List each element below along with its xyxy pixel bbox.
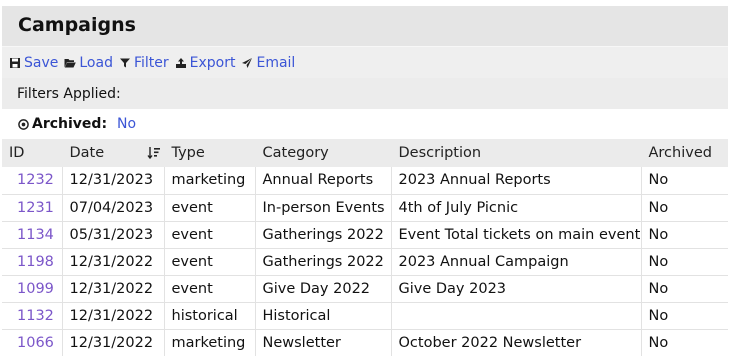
funnel-icon bbox=[119, 58, 130, 67]
archived-cell: No bbox=[648, 307, 669, 324]
toolbar: Save Load Filter Export Email bbox=[2, 46, 728, 78]
archived-cell: No bbox=[648, 226, 669, 243]
campaign-id-link[interactable]: 1132 bbox=[2, 302, 63, 329]
table-row[interactable]: 1232 12/31/2023 marketing Annual Reports… bbox=[2, 167, 728, 194]
table-header-row: ID Date Type Category Description Archiv… bbox=[2, 139, 728, 167]
column-header-id[interactable]: ID bbox=[2, 139, 63, 167]
campaigns-table: ID Date Type Category Description Archiv… bbox=[2, 139, 728, 356]
archived-cell: No bbox=[648, 280, 669, 297]
type-cell: event bbox=[164, 194, 256, 221]
description-cell: Event Total tickets on main event bbox=[391, 221, 642, 248]
load-button[interactable]: Load bbox=[64, 55, 113, 71]
campaign-id-link[interactable]: 1099 bbox=[2, 275, 63, 302]
category-cell: Give Day 2022 bbox=[255, 275, 392, 302]
date-cell: 12/31/2022 bbox=[62, 275, 165, 302]
description-cell: Give Day 2023 bbox=[391, 275, 642, 302]
table-row[interactable]: 1134 05/31/2023 event Gatherings 2022 Ev… bbox=[2, 221, 728, 248]
date-cell: 12/31/2022 bbox=[62, 329, 165, 356]
filters-applied-label: Filters Applied: bbox=[2, 78, 728, 109]
column-header-category[interactable]: Category bbox=[255, 139, 392, 167]
type-cell: event bbox=[164, 221, 256, 248]
email-button[interactable]: Email bbox=[241, 55, 295, 71]
filter-label: Filter bbox=[133, 54, 169, 71]
campaign-id-link[interactable]: 1198 bbox=[2, 248, 63, 275]
description-cell: 2023 Annual Campaign bbox=[391, 248, 642, 275]
table-row[interactable]: 1066 12/31/2022 marketing Newsletter Oct… bbox=[2, 329, 728, 356]
filter-button[interactable]: Filter bbox=[119, 55, 169, 71]
column-header-description[interactable]: Description bbox=[391, 139, 642, 167]
type-cell: marketing bbox=[164, 329, 256, 356]
floppy-icon bbox=[10, 57, 20, 68]
column-header-type[interactable]: Type bbox=[164, 139, 256, 167]
date-cell: 12/31/2022 bbox=[62, 302, 165, 329]
sort-descending-icon[interactable] bbox=[146, 146, 161, 160]
date-cell: 12/31/2022 bbox=[62, 248, 165, 275]
column-header-date[interactable]: Date bbox=[62, 139, 165, 167]
type-cell: marketing bbox=[164, 167, 256, 194]
filter-value-link[interactable]: No bbox=[117, 116, 136, 132]
type-cell: event bbox=[164, 275, 256, 302]
filter-name: Archived: bbox=[32, 116, 108, 132]
column-header-label: Type bbox=[171, 145, 205, 161]
type-cell: historical bbox=[164, 302, 256, 329]
campaign-id-link[interactable]: 1232 bbox=[2, 167, 63, 194]
column-header-label: ID bbox=[9, 145, 25, 161]
campaign-id-link[interactable]: 1231 bbox=[2, 194, 63, 221]
date-cell: 07/04/2023 bbox=[62, 194, 165, 221]
archived-cell: No bbox=[648, 172, 669, 189]
category-cell: In-person Events bbox=[255, 194, 392, 221]
filter-archived: Archived: No bbox=[2, 109, 728, 139]
paper-plane-icon bbox=[242, 57, 253, 68]
category-cell: Gatherings 2022 bbox=[255, 248, 392, 275]
column-header-label: Archived bbox=[648, 145, 712, 161]
description-cell: 4th of July Picnic bbox=[391, 194, 642, 221]
table-row[interactable]: 1198 12/31/2022 event Gatherings 2022 20… bbox=[2, 248, 728, 275]
archived-cell: No bbox=[648, 334, 669, 351]
category-cell: Newsletter bbox=[255, 329, 392, 356]
archived-cell: No bbox=[648, 253, 669, 270]
campaigns-panel: Campaigns Save Load Filter Export Email … bbox=[2, 6, 728, 356]
category-cell: Gatherings 2022 bbox=[255, 221, 392, 248]
column-header-label: Date bbox=[69, 145, 105, 161]
page-title: Campaigns bbox=[18, 14, 136, 36]
table-row[interactable]: 1099 12/31/2022 event Give Day 2022 Give… bbox=[2, 275, 728, 302]
save-button[interactable]: Save bbox=[9, 55, 58, 71]
export-button[interactable]: Export bbox=[175, 54, 236, 71]
circle-dot-icon bbox=[18, 118, 29, 130]
table-row[interactable]: 1231 07/04/2023 event In-person Events 4… bbox=[2, 194, 728, 221]
campaign-id-link[interactable]: 1066 bbox=[2, 329, 63, 356]
folder-open-icon bbox=[64, 58, 77, 67]
date-cell: 05/31/2023 bbox=[62, 221, 165, 248]
column-header-label: Description bbox=[398, 145, 482, 161]
export-label: Export bbox=[189, 54, 236, 71]
description-cell bbox=[391, 302, 642, 329]
type-cell: event bbox=[164, 248, 256, 275]
column-header-archived[interactable]: Archived bbox=[641, 139, 728, 167]
campaign-id-link[interactable]: 1134 bbox=[2, 221, 63, 248]
description-cell: October 2022 Newsletter bbox=[391, 329, 642, 356]
save-label: Save bbox=[24, 54, 59, 71]
load-label: Load bbox=[79, 54, 113, 71]
column-header-label: Category bbox=[262, 145, 329, 161]
export-icon bbox=[175, 57, 186, 68]
date-cell: 12/31/2023 bbox=[62, 167, 165, 194]
email-label: Email bbox=[256, 54, 296, 71]
table-row[interactable]: 1132 12/31/2022 historical Historical No bbox=[2, 302, 728, 329]
description-cell: 2023 Annual Reports bbox=[391, 167, 642, 194]
category-cell: Historical bbox=[255, 302, 392, 329]
archived-cell: No bbox=[648, 199, 669, 216]
category-cell: Annual Reports bbox=[255, 167, 392, 194]
title-bar: Campaigns bbox=[2, 6, 728, 46]
